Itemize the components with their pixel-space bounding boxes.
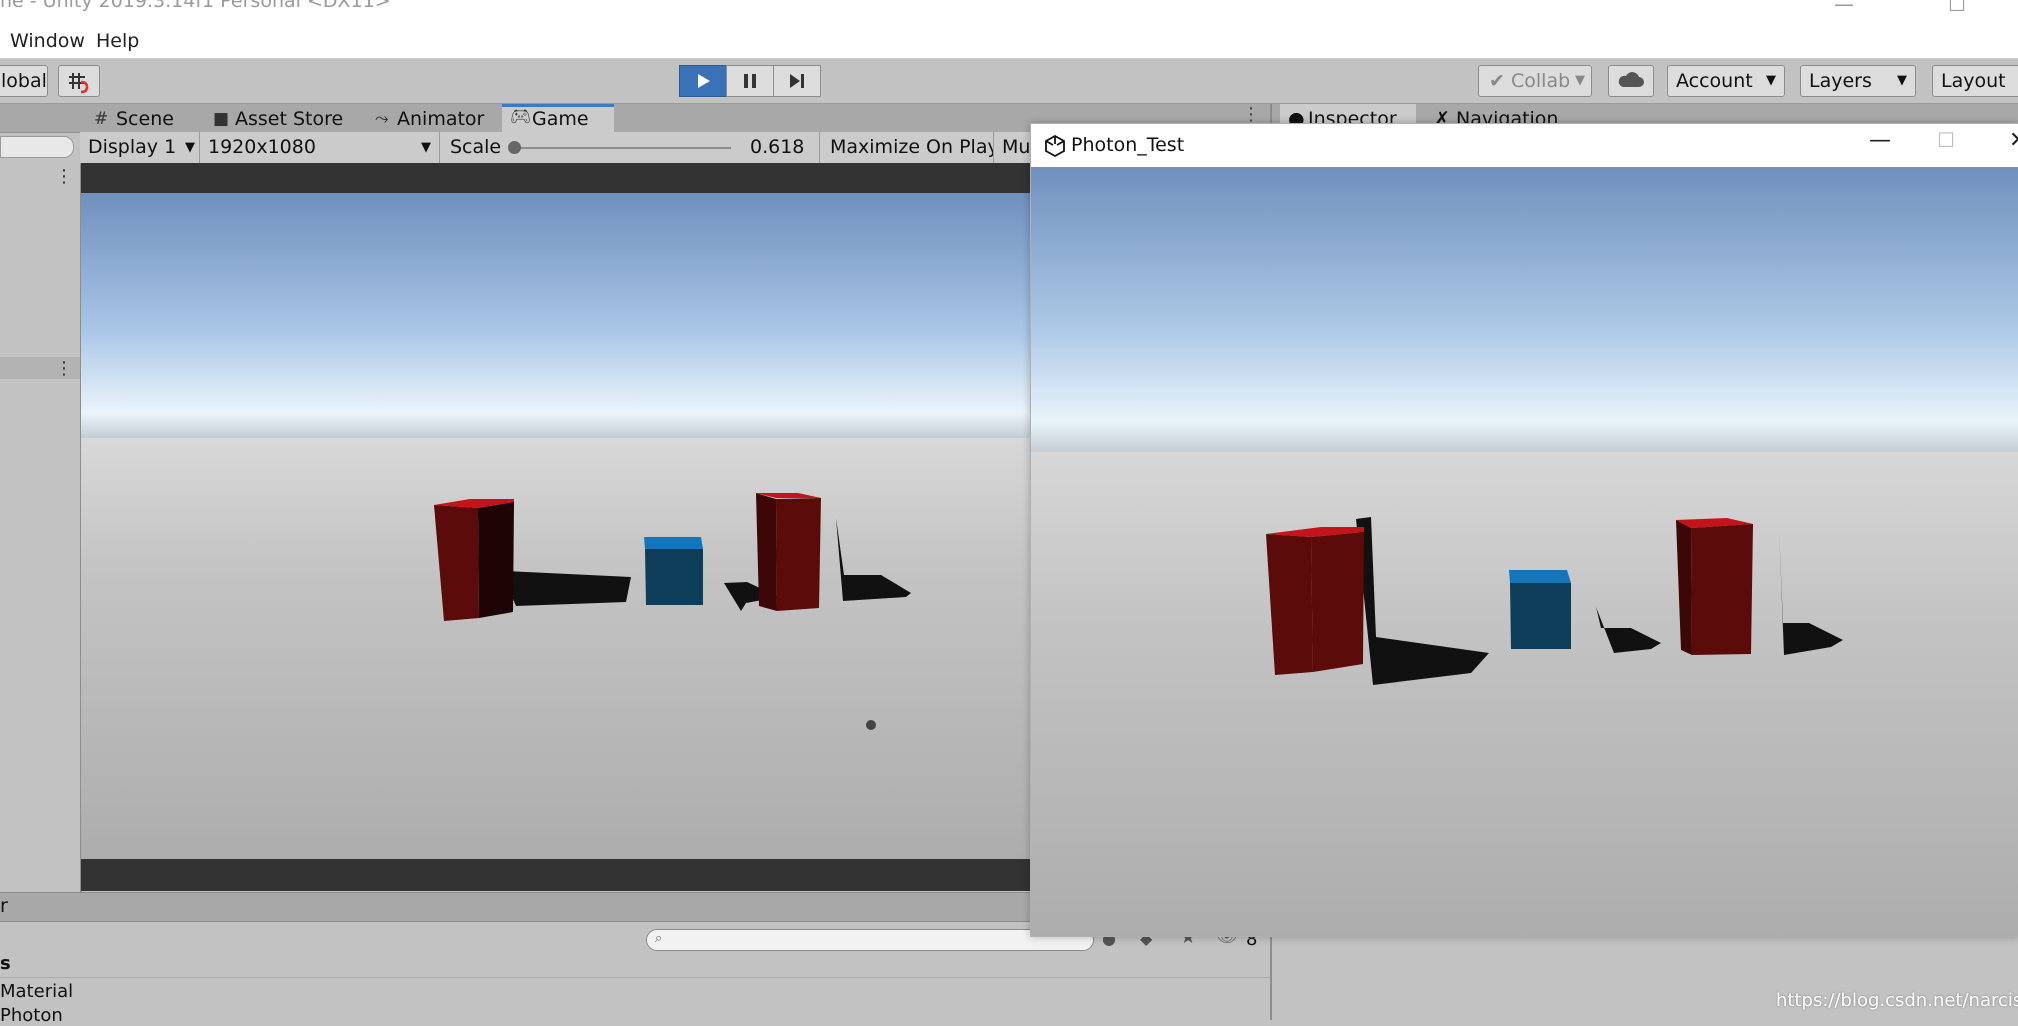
scale-value: 0.618 (750, 136, 805, 158)
pivot-global-label: lobal (1, 70, 47, 92)
collab-label: Collab (1511, 70, 1571, 92)
scale-slider-handle[interactable] (508, 141, 521, 154)
ground-plane (1031, 452, 2018, 936)
layers-label: Layers (1809, 70, 1872, 92)
red-cube-front (1691, 524, 1753, 655)
display-dropdown[interactable]: Display 1 ▼ (80, 132, 200, 163)
sky (81, 193, 1031, 443)
resolution-dropdown[interactable]: 1920x1080 ▼ (200, 132, 440, 163)
chevron-down-icon: ▼ (1575, 73, 1585, 88)
animator-icon: ⤳ (375, 109, 389, 129)
title-bar: ne - Unity 2019.3.14f1 Personal <DX11> —… (0, 0, 2018, 14)
tab-game[interactable]: 🎮︎ Game (502, 104, 614, 132)
play-button[interactable] (679, 65, 727, 97)
section-label: s (0, 953, 11, 974)
close-button[interactable]: ✕ (2009, 128, 2018, 153)
layout-label: Layout (1941, 70, 2006, 92)
grid-snap-button[interactable] (58, 65, 100, 97)
menu-help[interactable]: Help (96, 30, 139, 52)
bag-icon: ■ (213, 109, 230, 129)
blue-cube-top (644, 537, 703, 549)
chevron-down-icon: ▼ (421, 140, 431, 155)
maximize-on-play-toggle[interactable]: Maximize On Play (822, 132, 994, 163)
layers-dropdown[interactable]: Layers ▼ (1800, 65, 1916, 97)
minimize-button[interactable]: — (1834, 0, 1854, 14)
tab-label: Animator (397, 108, 485, 130)
account-dropdown[interactable]: Account ▼ (1667, 65, 1785, 97)
tab-label: Asset Store (235, 108, 344, 130)
watermark-text: https://blog.csdn.net/narcissus2_ (1776, 990, 2018, 1011)
red-cube-front (1311, 532, 1364, 672)
blue-cube-top (1509, 570, 1571, 583)
chevron-down-icon: ▼ (1766, 73, 1776, 88)
red-cube-left (756, 493, 777, 611)
list-item[interactable]: Material (0, 981, 73, 1002)
play-icon (698, 74, 710, 88)
resolution-label: 1920x1080 (208, 136, 316, 158)
step-button[interactable] (773, 65, 821, 97)
project-breadcrumb: s (0, 953, 1270, 978)
tab-animator[interactable]: ⤳ Animator (367, 104, 519, 132)
main-toolbar: lobal ✔ Collab ▼ Account ▼ Layers ▼ Layo… (0, 59, 2018, 104)
cloud-icon (1618, 72, 1644, 87)
tab-label: Game (532, 108, 589, 130)
maximize-button[interactable]: ☐ (1948, 0, 1966, 14)
scale-slider-track[interactable] (513, 147, 731, 149)
account-label: Account (1676, 70, 1753, 92)
red-cube-front (776, 498, 821, 611)
tab-scene[interactable]: # Scene (86, 104, 216, 132)
cloud-button[interactable] (1608, 65, 1654, 97)
maximize-label: Maximize On Play (830, 136, 994, 158)
window-title: ne - Unity 2019.3.14f1 Personal <DX11> (0, 0, 391, 12)
ground-plane (81, 438, 1031, 859)
project-tab-label[interactable]: r (0, 895, 8, 917)
photon-title-bar: Photon_Test — ☐ ✕ (1031, 124, 2018, 167)
project-search-input[interactable]: ⌕ (646, 929, 1094, 951)
step-icon (790, 74, 804, 88)
blue-cube-front (1510, 583, 1571, 649)
list-item[interactable]: Photon (0, 1005, 63, 1026)
game-view[interactable] (81, 163, 1031, 891)
pause-button[interactable] (726, 65, 774, 97)
menu-window[interactable]: Window (10, 30, 85, 52)
grid-icon: # (94, 109, 109, 129)
unity-logo-icon (1045, 134, 1065, 158)
chevron-down-icon: ▼ (1897, 73, 1907, 88)
sky (1031, 167, 2018, 457)
pause-icon (744, 74, 756, 88)
more-options-icon[interactable]: ⋮ (1242, 104, 1260, 125)
grid-snap-icon (69, 73, 89, 94)
gamepad-icon: 🎮︎ (510, 107, 532, 127)
display-label: Display 1 (88, 136, 177, 158)
more-options-icon[interactable]: ⋮ (55, 166, 73, 187)
game-render (81, 193, 1031, 859)
photon-window-title: Photon_Test (1071, 134, 1185, 156)
chevron-down-icon: ▼ (185, 140, 195, 155)
cursor-dot (866, 720, 876, 730)
scale-slider[interactable]: Scale 0.618 (442, 132, 820, 163)
tab-asset-store[interactable]: ■ Asset Store (205, 104, 385, 132)
blue-cube-front (645, 549, 703, 605)
more-options-icon[interactable]: ⋮ (55, 358, 73, 379)
photon-test-window: Photon_Test — ☐ ✕ (1030, 123, 2018, 937)
photon-game-render (1031, 167, 2018, 936)
search-icon: ⌕ (655, 931, 663, 946)
tab-label: Scene (116, 108, 174, 130)
collab-button[interactable]: ✔ Collab ▼ (1478, 65, 1592, 97)
maximize-button[interactable]: ☐ (1937, 128, 1955, 152)
scale-label: Scale (450, 136, 502, 158)
menu-bar: Window Help (0, 14, 2018, 59)
layout-dropdown[interactable]: Layout (1932, 65, 2018, 97)
hierarchy-search-input[interactable] (0, 136, 74, 158)
hierarchy-panel: 🔓︎ ⋮ ⋮ ⋮ (0, 104, 82, 892)
pivot-global-toggle[interactable]: lobal (0, 65, 48, 97)
minimize-button[interactable]: — (1869, 128, 1891, 153)
red-cube-shadow-side (478, 502, 514, 618)
check-icon: ✔ (1489, 70, 1505, 92)
